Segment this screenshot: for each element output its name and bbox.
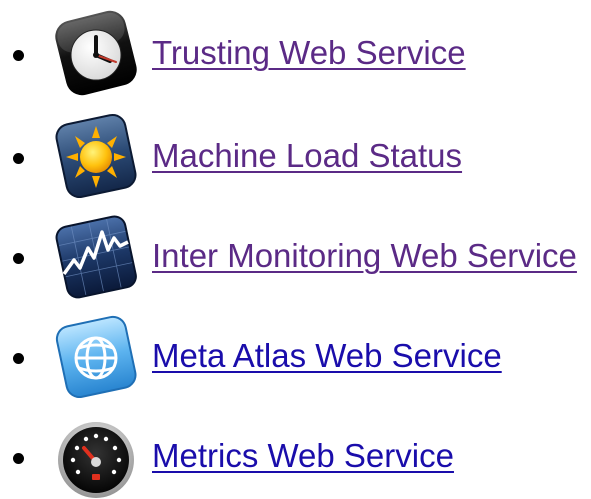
list-item-metrics-web-service: Metrics Web Service — [0, 406, 591, 499]
list-item-machine-load-status: Machine Load Status — [0, 106, 591, 206]
clock-icon[interactable] — [48, 5, 144, 101]
list-item-meta-atlas-web-service: Meta Atlas Web Service — [0, 306, 591, 406]
list-item-inter-monitoring-web-service: Inter Monitoring Web Service — [0, 206, 591, 306]
bullet-point — [13, 50, 24, 61]
bullet-point — [13, 353, 24, 364]
meta-atlas-web-service-link[interactable]: Meta Atlas Web Service — [152, 336, 502, 376]
bullet-point — [13, 253, 24, 264]
bullet-point — [13, 453, 24, 464]
inter-monitoring-web-service-link[interactable]: Inter Monitoring Web Service — [152, 236, 577, 276]
machine-load-status-link[interactable]: Machine Load Status — [152, 136, 462, 176]
gauge-icon[interactable] — [48, 408, 144, 499]
bullet-point — [13, 153, 24, 164]
metrics-web-service-link[interactable]: Metrics Web Service — [152, 436, 454, 476]
globe-icon[interactable] — [48, 308, 144, 404]
sun-icon[interactable] — [48, 108, 144, 204]
list-item-trusting-web-service: Trusting Web Service — [0, 3, 591, 103]
trusting-web-service-link[interactable]: Trusting Web Service — [152, 33, 466, 73]
chart-icon[interactable] — [48, 208, 144, 304]
service-link-list: Trusting Web Service Machine Load Status… — [0, 0, 591, 499]
